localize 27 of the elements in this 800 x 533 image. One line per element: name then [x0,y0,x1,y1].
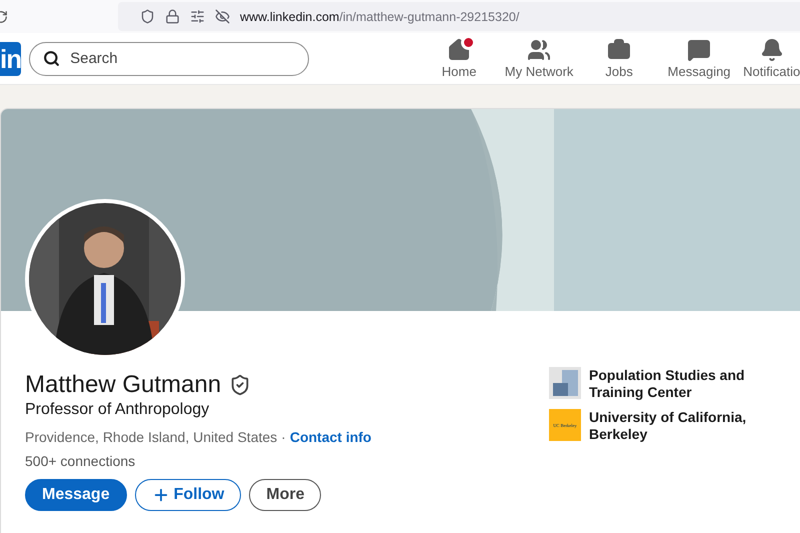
affiliation-name[interactable]: University of California, Berkeley [589,409,759,443]
contact-info-link[interactable]: Contact info [290,429,372,445]
nav-item[interactable]: Home [419,38,500,79]
network-icon [527,38,552,62]
logo[interactable]: in [0,42,22,76]
nav-item[interactable]: Messaging [659,38,740,79]
location: Providence, Rhode Island, United States [25,429,278,445]
profile-name: Matthew Gutmann [25,371,222,399]
nav-item[interactable]: My Network [499,38,580,79]
affiliation-name[interactable]: Population Studies and Training Center [589,367,759,401]
notifications-icon [760,38,784,62]
follow-button[interactable]: Follow [134,479,242,511]
connections-count: 500+ connections [25,453,136,469]
nav-item[interactable]: Jobs [579,38,660,79]
lock-icon [165,9,180,24]
search-icon [43,50,60,66]
separator: · [281,429,286,445]
url-text: www.linkedin.com/in/matthew-gutmann-29215320/ [240,10,520,24]
message-button[interactable]: Message [25,479,127,511]
search-field[interactable]: Search [29,42,310,76]
shield-icon[interactable] [140,9,155,24]
messaging-icon [687,38,712,62]
address-bar[interactable]: www.linkedin.com/in/matthew-gutmann-29215320/ [118,2,800,31]
headline: Professor of Anthropology [25,401,210,419]
nav-item[interactable]: Notificatio [743,38,800,79]
organization-logo [549,367,581,399]
more-button[interactable]: More [249,479,322,511]
